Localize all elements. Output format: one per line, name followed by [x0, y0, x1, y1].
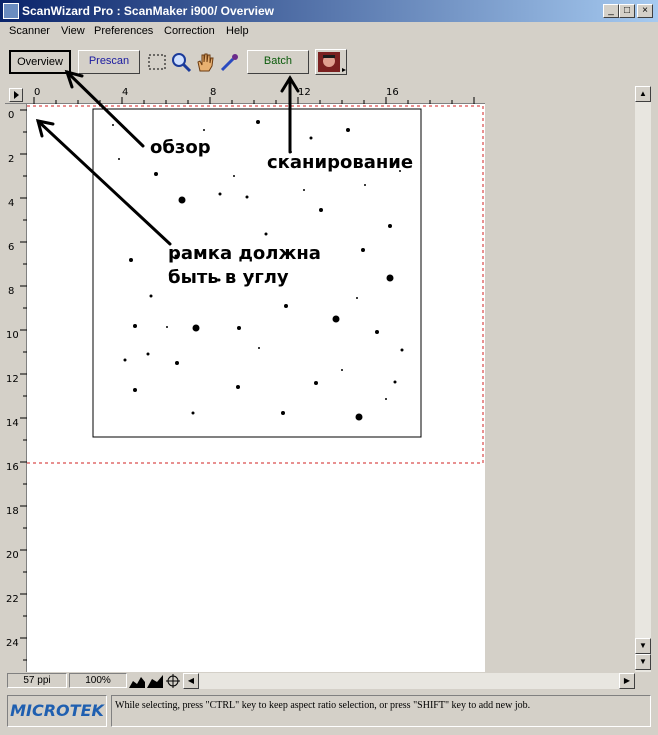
- ruler-label: 0: [8, 110, 15, 121]
- vertical-ruler: 0 2 4 6 8 10 12 14 16 18 20 22 24: [5, 104, 27, 672]
- zoom-readout: 100%: [69, 673, 127, 688]
- annotation-overview: обзор: [150, 137, 211, 158]
- scroll-right-button[interactable]: ▶: [619, 673, 635, 689]
- annotation-frame-line1: рамка должна: [168, 243, 321, 264]
- menu-correction[interactable]: Correction: [164, 25, 215, 37]
- ruler-label: 20: [6, 550, 19, 561]
- ruler-label: 2: [8, 154, 15, 165]
- ruler-label: 18: [6, 506, 19, 517]
- menu-view[interactable]: View: [61, 25, 85, 37]
- microtek-logo: MICROTEK: [7, 695, 107, 727]
- resolution-readout: 57 ppi: [7, 673, 67, 688]
- annotation-frame-line2: быть в углу: [168, 267, 289, 288]
- zoom-icon[interactable]: [170, 51, 192, 73]
- maximize-button[interactable]: □: [619, 4, 635, 18]
- footer-bar: MICROTEK While selecting, press "CTRL" k…: [5, 693, 653, 731]
- ruler-label: 16: [6, 462, 19, 473]
- scroll-left-button[interactable]: ◀: [183, 673, 199, 689]
- ruler-label: 4: [8, 198, 15, 209]
- scroll-up-button[interactable]: ▲: [635, 86, 651, 102]
- horizontal-scrollbar[interactable]: [199, 673, 619, 689]
- close-button[interactable]: ×: [637, 4, 653, 18]
- menu-help[interactable]: Help: [226, 25, 249, 37]
- batch-button[interactable]: Batch: [247, 50, 309, 74]
- menu-bar: Scanner View Preferences Correction Help: [0, 22, 658, 42]
- vertical-scrollbar[interactable]: ▲ ▼ ▼: [635, 86, 651, 672]
- ruler-label: 8: [210, 87, 217, 98]
- ruler-label: 8: [8, 286, 15, 297]
- marquee-select-icon[interactable]: [146, 51, 168, 73]
- ruler-label: 4: [122, 87, 129, 98]
- window-title: ScanWizard Pro : ScanMaker i900/ Overvie…: [22, 4, 275, 18]
- ruler-label: 12: [298, 87, 311, 98]
- preview-canvas[interactable]: [5, 86, 485, 672]
- ruler-label: 16: [386, 87, 399, 98]
- histogram-filled-icon[interactable]: [147, 673, 163, 688]
- ruler-label: 10: [6, 330, 19, 341]
- scroll-down-button-2[interactable]: ▼: [635, 654, 651, 670]
- target-icon[interactable]: [165, 673, 181, 688]
- prescan-button[interactable]: Prescan: [78, 50, 140, 74]
- ruler-label: 22: [6, 594, 19, 605]
- menu-scanner[interactable]: Scanner: [9, 25, 50, 37]
- menu-preferences[interactable]: Preferences: [94, 25, 153, 37]
- view-status-bar: 57 ppi 100% ◀ ▶: [5, 672, 637, 689]
- horizontal-ruler: 0 4 8 12 16: [5, 86, 485, 104]
- overview-button[interactable]: Overview: [9, 50, 71, 74]
- status-message: While selecting, press "CTRL" key to kee…: [111, 695, 651, 727]
- ruler-label: 24: [6, 638, 19, 649]
- side-panel: [485, 86, 635, 672]
- hand-icon[interactable]: [194, 51, 216, 73]
- image-type-icon[interactable]: [315, 49, 347, 75]
- title-bar: ScanWizard Pro : ScanMaker i900/ Overvie…: [0, 0, 658, 22]
- ruler-label: 0: [34, 87, 41, 98]
- app-icon[interactable]: [3, 3, 19, 19]
- minimize-button[interactable]: _: [603, 4, 619, 18]
- eyedropper-icon[interactable]: [218, 51, 240, 73]
- ruler-label: 6: [8, 242, 15, 253]
- histogram-icon[interactable]: [129, 673, 145, 688]
- scroll-down-button[interactable]: ▼: [635, 638, 651, 654]
- annotation-scan: сканирование: [267, 152, 414, 173]
- ruler-label: 12: [6, 374, 19, 385]
- toolbar: Overview Prescan Batch: [0, 44, 658, 84]
- ruler-label: 14: [6, 418, 19, 429]
